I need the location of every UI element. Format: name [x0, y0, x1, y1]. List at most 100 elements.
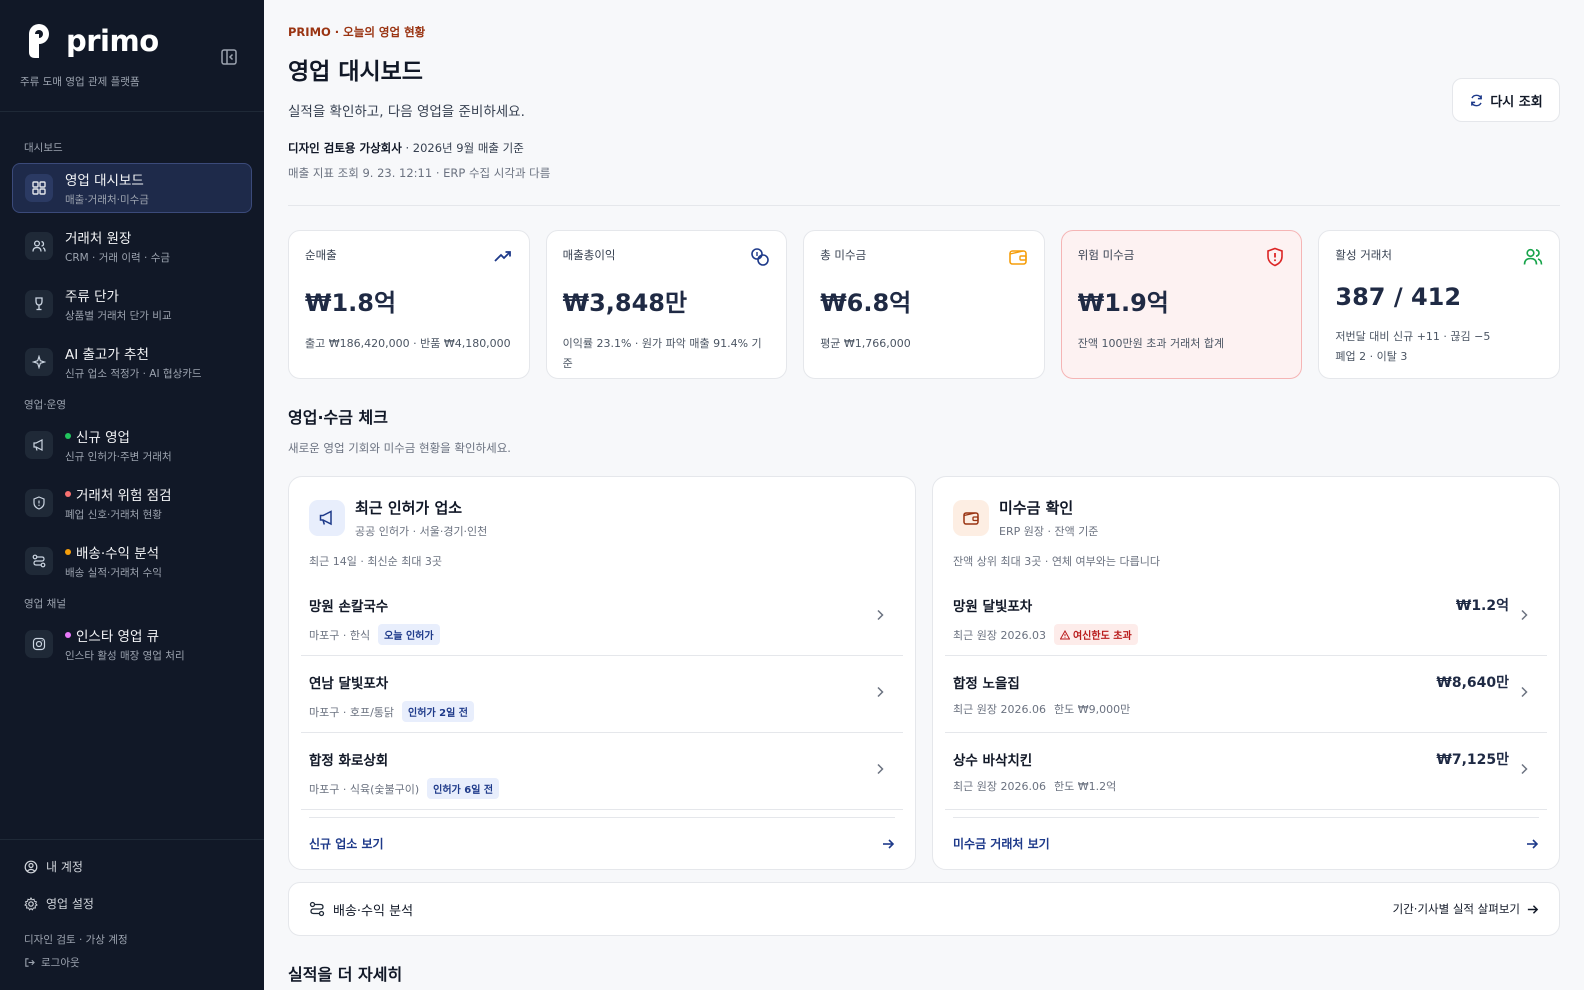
kpi-value: ₩6.8억 [820, 289, 912, 317]
users-icon [25, 232, 53, 260]
sidebar-item-delivery-profit[interactable]: 배송·수익 분석 배송 실적·거래처 수익 [12, 536, 252, 586]
business-name: 연남 달빛포차 [309, 676, 389, 692]
list-item[interactable]: 합정 화로상회 마포구 · 식육(숯불구이) 인허가 6일 전 [301, 733, 903, 810]
kpi-value: ₩1.9억 [1077, 289, 1169, 317]
sidebar-item-label: 거래처 원장 [65, 231, 132, 247]
strip-link[interactable]: 기간·기사별 실적 살펴보기 [1393, 901, 1539, 917]
grid-icon [25, 174, 53, 202]
page-subtitle: 실적을 확인하고, 다음 영업을 준비하세요. [288, 104, 525, 120]
sidebar-item-new-sales[interactable]: 신규 영업 신규 인허가·주변 거래처 [12, 420, 252, 470]
view-receivable-accounts-link[interactable]: 미수금 거래처 보기 [953, 817, 1539, 869]
refresh-note: 매출 지표 조회 9. 23. 12:11 · ERP 수집 시각과 다름 [288, 166, 551, 180]
card-note: 최근 14일 · 최신순 최대 3곳 [309, 555, 443, 568]
view-new-businesses-link[interactable]: 신규 업소 보기 [309, 817, 895, 869]
receivable-amount: ₩1.2억 [1455, 598, 1509, 614]
section-subtitle: 새로운 영업 기회와 미수금 현황을 확인하세요. [288, 441, 511, 455]
shield-icon [25, 489, 53, 517]
sidebar-item-instagram-queue[interactable]: 인스타 영업 큐 인스타 활성 매장 영업 처리 [12, 619, 252, 669]
refresh-button-label: 다시 조회 [1490, 94, 1543, 110]
list-item[interactable]: 상수 바삭치킨 최근 원장 2026.06 한도 ₩1.2억 ₩7,125만 [945, 733, 1547, 810]
credit-limit: 한도 ₩9,000만 [1053, 703, 1131, 716]
sidebar-item-desc: 폐업 신호·거래처 현황 [65, 509, 162, 521]
user-circle-icon [24, 860, 38, 873]
sparkle-icon [25, 348, 53, 376]
kpi-note-line: 폐업 2 · 이탈 3 [1335, 350, 1408, 363]
status-dot-pink [65, 632, 71, 638]
nav-section-channels: 영업 채널 [24, 598, 66, 610]
sidebar-item-desc: 매출·거래처·미수금 [65, 194, 149, 206]
strip-label: 배송·수익 분석 [333, 903, 414, 919]
business-meta: 마포구 · 한식 [309, 628, 371, 642]
my-account-link[interactable]: 내 계정 [24, 858, 240, 875]
sidebar-footer: 내 계정 영업 설정 디자인 검토 · 가상 계정 로그아웃 [0, 839, 264, 990]
sales-settings-link[interactable]: 영업 설정 [24, 895, 240, 912]
list-item[interactable]: 망원 달빛포차 최근 원장 2026.03 여신한도 초과 ₩1.2억 [945, 579, 1547, 656]
license-badge: 인허가 2일 전 [402, 701, 474, 722]
kpi-note-line: 저번달 대비 신규 +11 · 끊김 −5 [1335, 330, 1491, 343]
sidebar-item-desc: 상품별 거래처 단가 비교 [65, 310, 172, 322]
sidebar-item-sales-dashboard[interactable]: 영업 대시보드 매출·거래처·미수금 [12, 163, 252, 213]
sidebar-item-desc: 인스타 활성 매장 영업 처리 [65, 650, 185, 662]
company-name: 디자인 검토용 가상회사 [288, 141, 402, 155]
refresh-button[interactable]: 다시 조회 [1452, 78, 1560, 122]
kpi-card-total-receivables[interactable]: 총 미수금 ₩6.8억 평균 ₩1,766,000 [803, 230, 1045, 379]
collapse-sidebar-icon[interactable] [220, 48, 238, 66]
kpi-value: 387 / 412 [1335, 283, 1462, 311]
kpi-value: ₩1.8억 [305, 289, 397, 317]
sidebar-nav: 대시보드 영업 대시보드 매출·거래처·미수금 거래처 원장 CRM · 거래 … [0, 112, 264, 669]
trend-up-icon [493, 251, 511, 262]
chevron-right-icon [1521, 686, 1528, 698]
status-dot-green [65, 433, 71, 439]
kpi-note: 출고 ₩186,420,000 · 반품 ₩4,180,000 [305, 337, 511, 350]
kpi-card-active-accounts[interactable]: 활성 거래처 387 / 412 저번달 대비 신규 +11 · 끊김 −5 폐… [1318, 230, 1560, 379]
sidebar-item-label: 주류 단가 [65, 289, 119, 305]
list-item[interactable]: 망원 손칼국수 마포구 · 한식 오늘 인허가 [301, 579, 903, 656]
section-title: 영업·수금 체크 [288, 408, 388, 427]
delivery-profit-strip[interactable]: 배송·수익 분석 기간·기사별 실적 살펴보기 [288, 882, 1560, 936]
kpi-note: 저번달 대비 신규 +11 · 끊김 −5 폐업 2 · 이탈 3 [1335, 327, 1543, 367]
sidebar-item-label: 배송·수익 분석 [76, 546, 160, 562]
users-icon [1523, 248, 1543, 265]
megaphone-icon [309, 500, 345, 536]
arrow-right-icon [1527, 904, 1539, 914]
sidebar-item-ai-pricing[interactable]: AI 출고가 추천 신규 업소 적정가 · AI 협상카드 [12, 337, 252, 387]
card-note: 잔액 상위 최대 3곳 · 연체 여부와는 다릅니다 [953, 555, 1161, 568]
kpi-card-risky-receivables[interactable]: 위험 미수금 ₩1.9억 잔액 100만원 초과 거래처 합계 [1060, 230, 1303, 379]
logout-icon [25, 958, 35, 967]
sidebar-item-accounts-ledger[interactable]: 거래처 원장 CRM · 거래 이력 · 수금 [12, 221, 252, 271]
strip-link-label: 기간·기사별 실적 살펴보기 [1392, 902, 1520, 916]
kpi-label: 위험 미수금 [1077, 248, 1135, 262]
sidebar-item-label: 거래처 위험 점검 [76, 488, 172, 504]
kpi-card-gross-profit[interactable]: 매출총이익 ₩3,848만 이익률 23.1% · 원가 파악 매출 91.4%… [545, 230, 788, 379]
sidebar-item-label: 신규 영업 [76, 430, 130, 446]
list-item[interactable]: 합정 노을집 최근 원장 2026.06 한도 ₩9,000만 ₩8,640만 [945, 656, 1547, 733]
kpi-note: 이익률 23.1% · 원가 파악 매출 91.4% 기준 [562, 337, 762, 370]
receivables-card: 미수금 확인 ERP 원장 · 잔액 기준 잔액 상위 최대 3곳 · 연체 여… [932, 476, 1560, 870]
sidebar-item-risk-check[interactable]: 거래처 위험 점검 폐업 신호·거래처 현황 [12, 478, 252, 528]
route-icon [309, 901, 325, 917]
receivable-amount: ₩8,640만 [1436, 675, 1509, 691]
sidebar-item-liquor-prices[interactable]: 주류 단가 상품별 거래처 단가 비교 [12, 279, 252, 329]
kpi-value: ₩3,848만 [562, 289, 688, 317]
kpi-row: 순매출 ₩1.8억 출고 ₩186,420,000 · 반품 ₩4,180,00… [288, 230, 1560, 379]
kpi-label: 매출총이익 [562, 248, 616, 262]
kpi-note: 잔액 100만원 초과 거래처 합계 [1077, 337, 1225, 350]
logout-label: 로그아웃 [41, 957, 80, 969]
chevron-right-icon [877, 686, 884, 698]
list-item[interactable]: 연남 달빛포차 마포구 · 호프/통닭 인허가 2일 전 [301, 656, 903, 733]
ledger-date: 최근 원장 2026.06 [953, 780, 1046, 793]
page-eyebrow: PRIMO · 오늘의 영업 현황 [288, 25, 426, 39]
kpi-card-net-sales[interactable]: 순매출 ₩1.8억 출고 ₩186,420,000 · 반품 ₩4,180,00… [288, 230, 530, 379]
my-account-label: 내 계정 [46, 860, 83, 874]
primo-logo-icon [29, 24, 49, 58]
business-meta: 마포구 · 호프/통닭 [309, 705, 395, 719]
sidebar-item-label: AI 출고가 추천 [65, 347, 149, 363]
wallet-icon [1008, 250, 1027, 265]
logout-link[interactable]: 로그아웃 [24, 955, 240, 970]
kpi-label: 총 미수금 [820, 248, 867, 262]
card-title: 미수금 확인 [999, 499, 1074, 517]
sidebar-item-label: 영업 대시보드 [65, 173, 144, 189]
company-period: 디자인 검토용 가상회사 · 2026년 9월 매출 기준 [288, 140, 1560, 156]
gear-icon [24, 896, 38, 911]
brand-logo[interactable]: primo [20, 22, 244, 60]
